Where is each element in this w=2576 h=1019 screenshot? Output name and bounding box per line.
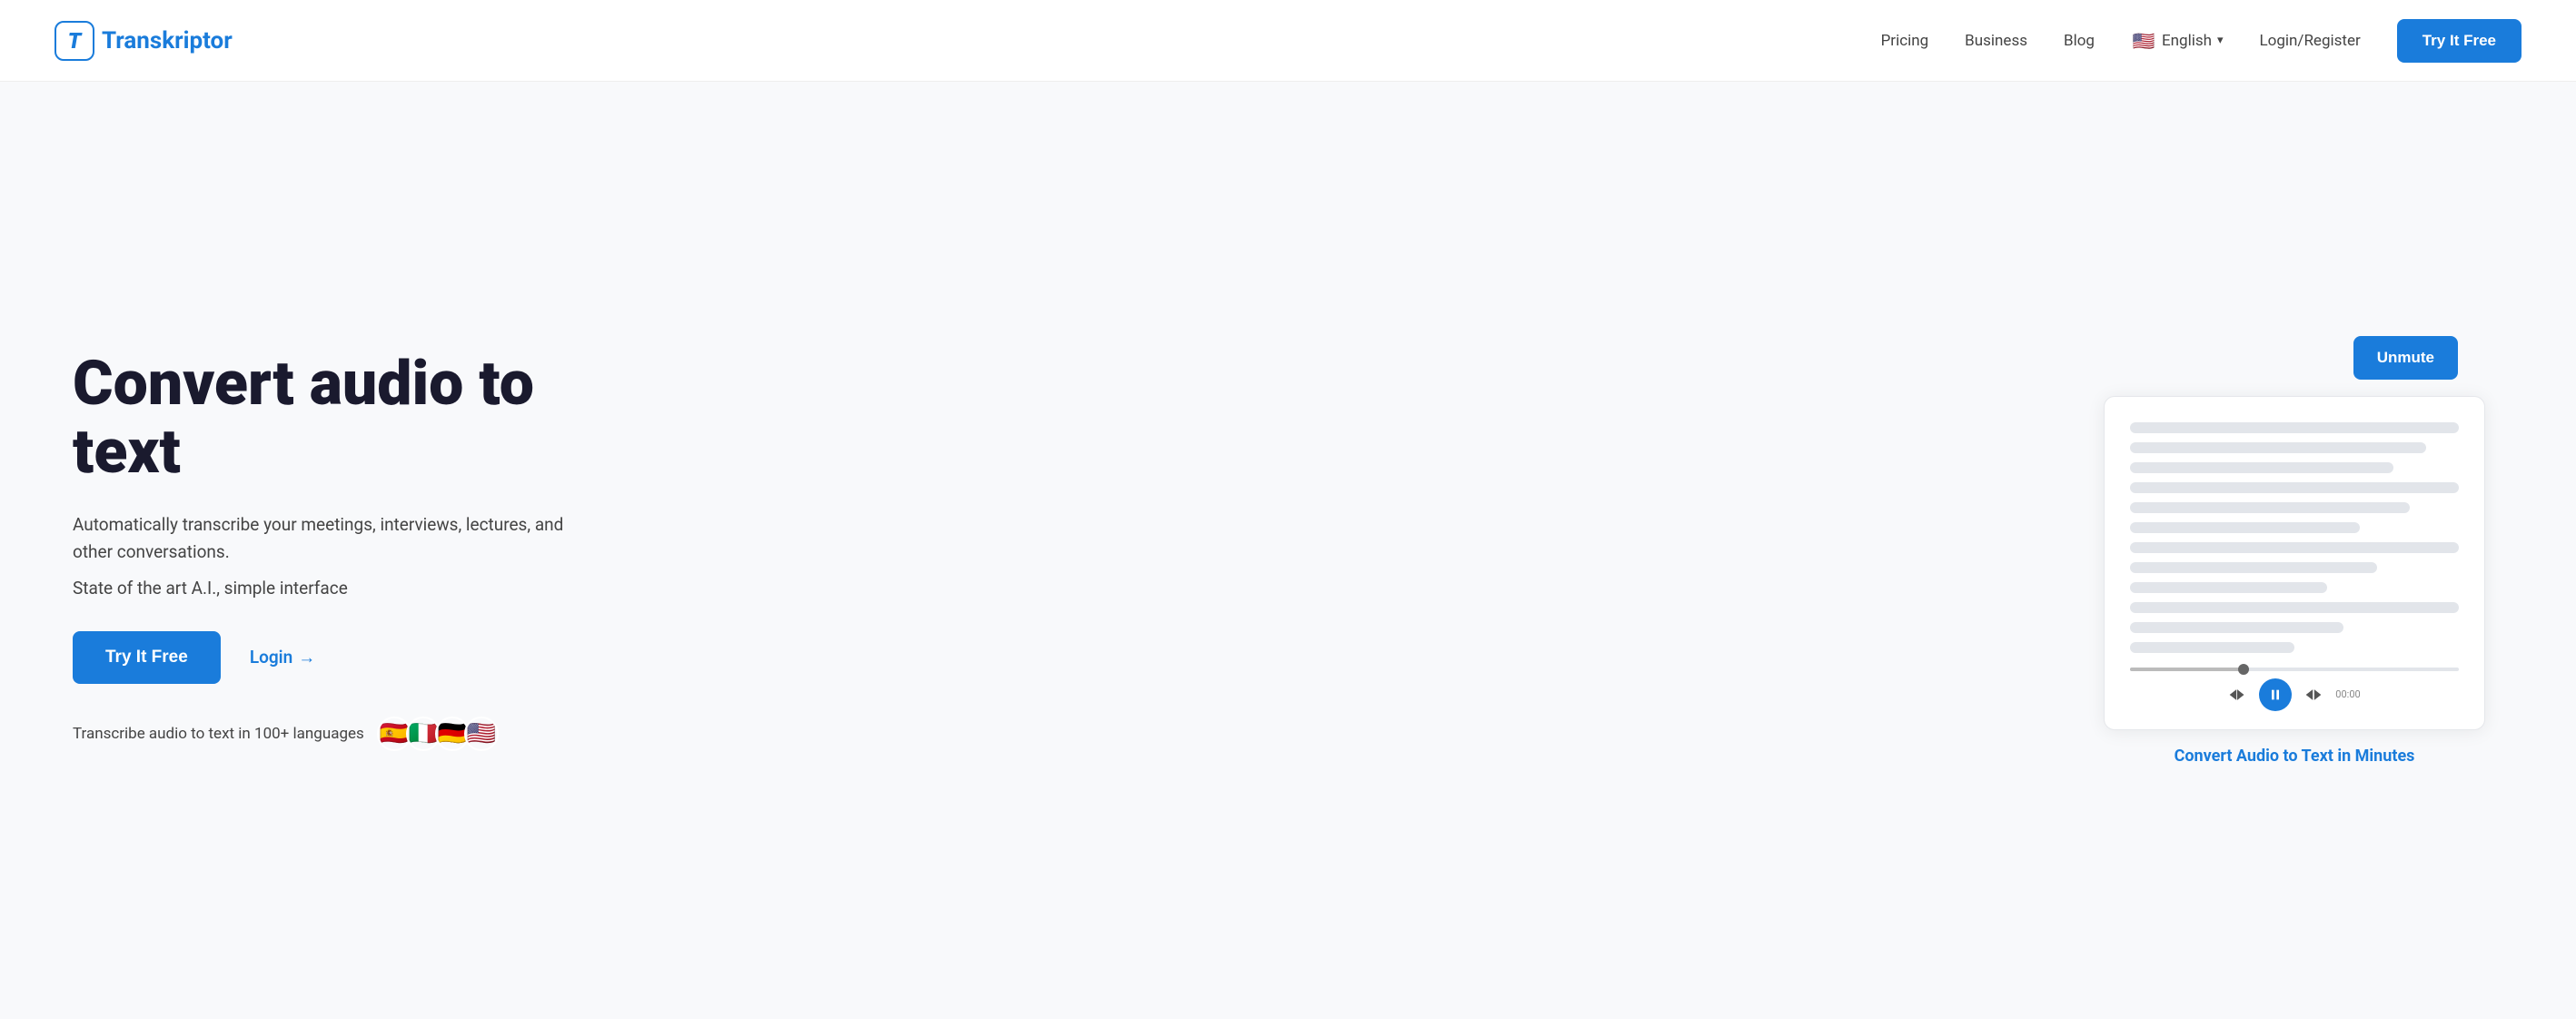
navbar: T Transkriptor Pricing Business Blog 🇺🇸 …: [0, 0, 2576, 82]
nav-pricing[interactable]: Pricing: [1881, 32, 1929, 50]
hero-subtitle: Automatically transcribe your meetings, …: [73, 511, 599, 567]
hero-languages: Transcribe audio to text in 100+ languag…: [73, 717, 599, 751]
player-controls: 00:00: [2228, 678, 2360, 711]
hero-tagline: State of the art A.I., simple interface: [73, 578, 599, 599]
text-line: [2130, 502, 2410, 513]
text-line: [2130, 422, 2459, 433]
text-lines: [2130, 422, 2459, 653]
progress-dot: [2238, 664, 2249, 675]
nav-links: Pricing Business Blog 🇺🇸 English ▾ Login…: [1881, 19, 2522, 63]
text-line: [2130, 562, 2377, 573]
audio-player: 00:00: [2130, 668, 2459, 711]
text-line: [2130, 442, 2426, 453]
nav-business[interactable]: Business: [1965, 32, 2027, 50]
hero-title: Convert audio to text: [73, 350, 599, 486]
demo-caption: Convert Audio to Text in Minutes: [2175, 747, 2415, 766]
us-flag-icon: 🇺🇸: [2131, 28, 2156, 54]
progress-fill: [2130, 668, 2245, 671]
text-line: [2130, 522, 2360, 533]
text-line: [2130, 582, 2327, 593]
hero-login-link[interactable]: Login →: [250, 647, 315, 668]
play-pause-button[interactable]: [2259, 678, 2292, 711]
text-line: [2130, 462, 2393, 473]
rewind-button[interactable]: [2228, 686, 2246, 704]
hero-section: Convert audio to text Automatically tran…: [0, 82, 2576, 1019]
hero-right: Unmute: [2104, 336, 2485, 766]
time-label: 00:00: [2335, 688, 2360, 700]
progress-bar[interactable]: [2130, 668, 2459, 671]
hero-lang-text: Transcribe audio to text in 100+ languag…: [73, 725, 364, 743]
unmute-button[interactable]: Unmute: [2353, 336, 2458, 380]
chevron-down-icon: ▾: [2217, 34, 2224, 47]
forward-icon: [2304, 686, 2323, 704]
arrow-icon: →: [298, 647, 315, 668]
text-line: [2130, 622, 2343, 633]
logo[interactable]: T Transkriptor: [54, 21, 233, 61]
forward-button[interactable]: [2304, 686, 2323, 704]
nav-language[interactable]: 🇺🇸 English ▾: [2131, 28, 2224, 54]
text-line: [2130, 642, 2294, 653]
nav-blog[interactable]: Blog: [2064, 32, 2095, 50]
text-line: [2130, 482, 2459, 493]
nav-login-register[interactable]: Login/Register: [2260, 32, 2361, 50]
lang-flags: 🇪🇸 🇮🇹 🇩🇪 🇺🇸: [377, 717, 499, 751]
text-line: [2130, 542, 2459, 553]
logo-text: Transkriptor: [102, 27, 233, 54]
pause-icon: [2268, 688, 2283, 702]
hero-left: Convert audio to text Automatically tran…: [73, 350, 599, 750]
hero-try-free-button[interactable]: Try It Free: [73, 631, 221, 684]
demo-card: 00:00: [2104, 396, 2485, 730]
hero-actions: Try It Free Login →: [73, 631, 599, 684]
logo-icon: T: [54, 21, 94, 61]
flag-english: 🇺🇸: [464, 717, 499, 751]
rewind-icon: [2228, 686, 2246, 704]
text-line: [2130, 602, 2459, 613]
nav-try-free-button[interactable]: Try It Free: [2397, 19, 2522, 63]
